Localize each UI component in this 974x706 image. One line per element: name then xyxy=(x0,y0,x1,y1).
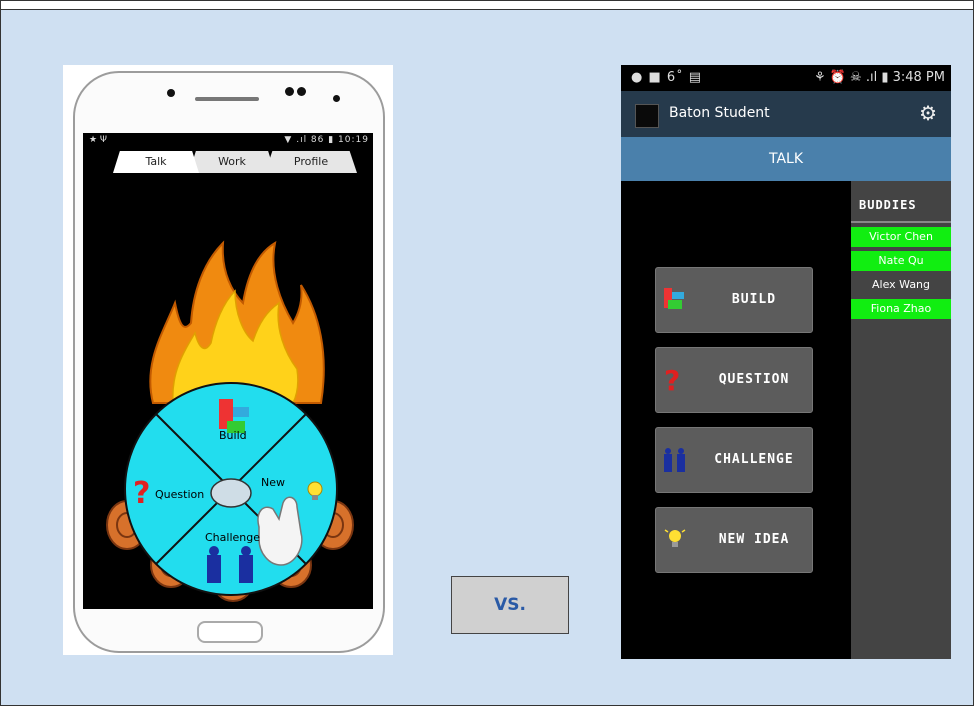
speaker-grille xyxy=(195,97,259,101)
question-mark-icon: ? xyxy=(133,476,150,511)
sensor-dot xyxy=(167,89,175,97)
status-bar: ★ Ψ ▼ .ıl 86 ▮ 10:19 xyxy=(83,133,373,149)
vs-label: VS. xyxy=(451,576,569,634)
build-blocks-icon xyxy=(664,288,684,309)
buddy-item[interactable]: Victor Chen xyxy=(851,227,951,247)
new-idea-button-label: NEW IDEA xyxy=(718,532,790,547)
flame-icon xyxy=(149,240,325,404)
buddy-item[interactable]: Fiona Zhao xyxy=(851,299,951,319)
challenge-button[interactable]: CHALLENGE xyxy=(655,427,813,493)
talk-header[interactable]: TALK xyxy=(621,137,951,181)
status-left-icons: ● ■ 6˚ ▤ xyxy=(631,70,703,85)
phone-body: ★ Ψ ▼ .ıl 86 ▮ 10:19 Profile Work Talk ?… xyxy=(73,71,385,653)
question-button-label: QUESTION xyxy=(718,372,790,387)
wheel-center-knob[interactable] xyxy=(210,478,252,508)
lightbulb-icon xyxy=(664,529,686,547)
question-mark-icon: ? xyxy=(664,364,681,394)
tab-work[interactable]: Work xyxy=(189,151,275,173)
app-logo-icon xyxy=(635,104,659,128)
home-button[interactable] xyxy=(197,621,263,643)
action-bar: Baton Student ⚙ xyxy=(621,91,951,137)
buddies-title: BUDDIES xyxy=(859,198,917,212)
right-phone-screen: ● ■ 6˚ ▤ ⚘ ⏰ ☠ .ıl ▮ 3:48 PM Baton Stude… xyxy=(621,65,951,659)
camera-dot xyxy=(285,87,294,96)
challenge-button-label: CHALLENGE xyxy=(714,452,794,467)
new-idea-button[interactable]: NEW IDEA xyxy=(655,507,813,573)
buddy-item[interactable]: Alex Wang xyxy=(851,275,951,295)
status-time: ▼ .ıl 86 ▮ 10:19 xyxy=(284,135,369,145)
question-button[interactable]: ? QUESTION xyxy=(655,347,813,413)
wheel-label-build[interactable]: Build xyxy=(219,429,247,442)
tab-profile[interactable]: Profile xyxy=(265,151,357,173)
camera-dot xyxy=(297,87,306,96)
status-icons: ★ Ψ xyxy=(89,135,108,145)
sensor-dot xyxy=(333,95,340,102)
wheel-label-question[interactable]: Question xyxy=(155,488,204,501)
buddies-divider xyxy=(851,221,951,223)
svg-text:?: ? xyxy=(664,364,681,394)
slide-background: ★ Ψ ▼ .ıl 86 ▮ 10:19 Profile Work Talk ?… xyxy=(0,0,974,706)
podiums-icon xyxy=(664,448,685,472)
top-divider xyxy=(1,1,973,10)
buddies-panel: BUDDIES Victor Chen Nate Qu Alex Wang Fi… xyxy=(851,181,951,659)
app-title: Baton Student xyxy=(669,105,770,121)
wheel-label-new[interactable]: New xyxy=(261,476,285,489)
tab-talk[interactable]: Talk xyxy=(113,151,199,173)
buddy-item[interactable]: Nate Qu xyxy=(851,251,951,271)
build-button[interactable]: BUILD xyxy=(655,267,813,333)
settings-gear-icon[interactable]: ⚙ xyxy=(919,101,937,125)
tab-bar: Profile Work Talk xyxy=(83,149,373,173)
status-right-time: ⚘ ⏰ ☠ .ıl ▮ 3:48 PM xyxy=(813,70,945,85)
left-phone-screen: ★ Ψ ▼ .ıl 86 ▮ 10:19 Profile Work Talk ?… xyxy=(83,133,373,609)
build-button-label: BUILD xyxy=(731,292,777,307)
left-phone-mockup: ★ Ψ ▼ .ıl 86 ▮ 10:19 Profile Work Talk ?… xyxy=(63,65,393,655)
wheel-label-challenge[interactable]: Challenge xyxy=(205,531,260,544)
status-bar: ● ■ 6˚ ▤ ⚘ ⏰ ☠ .ıl ▮ 3:48 PM xyxy=(621,65,951,91)
